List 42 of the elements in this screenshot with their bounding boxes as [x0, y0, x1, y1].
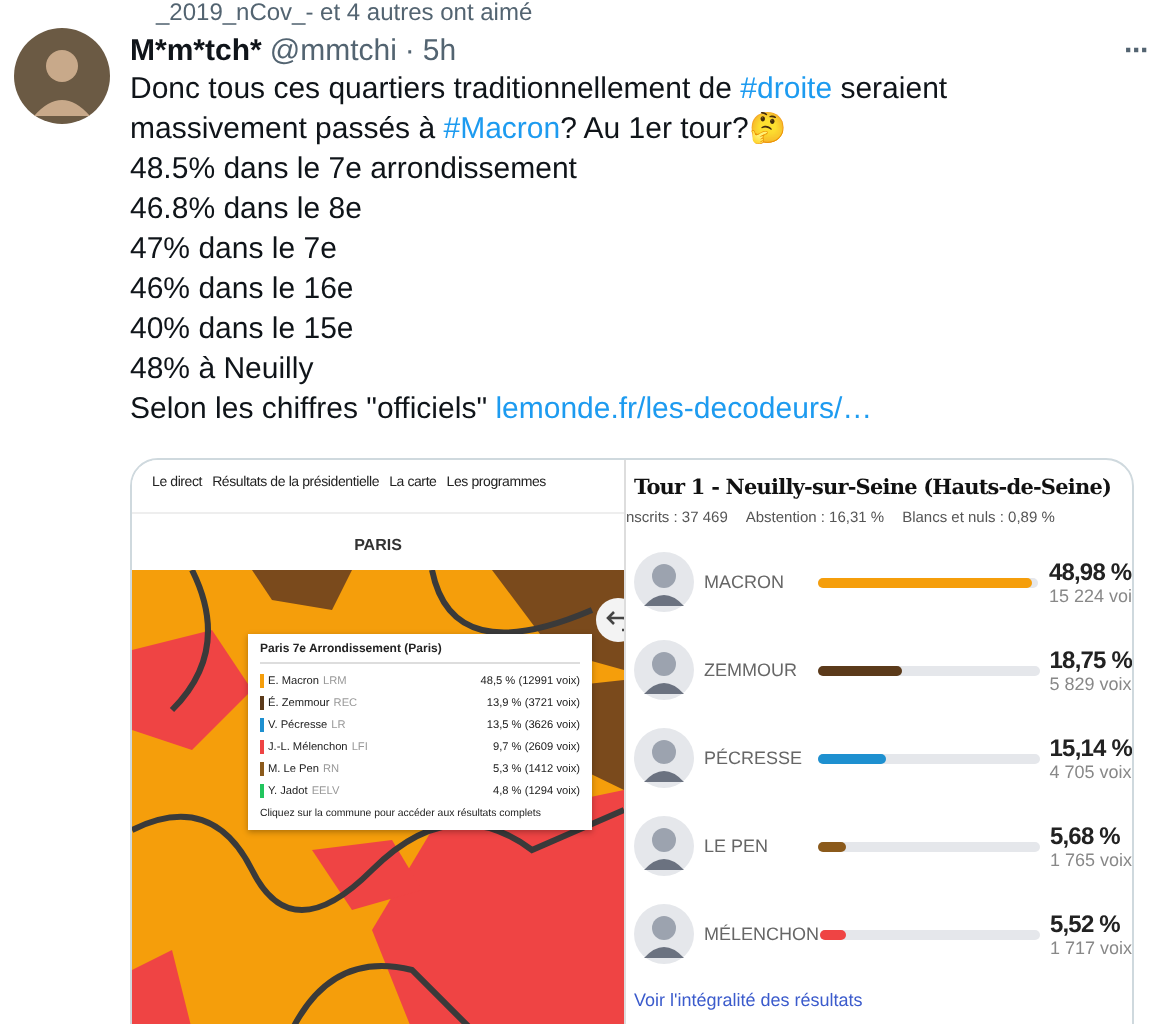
- candidate-votes: 15 224 voi: [1048, 586, 1132, 606]
- more-button[interactable]: ···: [1124, 33, 1148, 67]
- tweet-text-line: 48.5% dans le 7e arrondissement: [130, 150, 579, 190]
- candidate-votes: 1 765 voix: [1049, 850, 1132, 870]
- candidate-name: LE PEN: [704, 836, 771, 856]
- candidate-name: MÉLENCHON: [704, 924, 820, 944]
- tweet-text-line: 40% dans le 15e: [130, 310, 356, 350]
- candidate-votes: 4 705 voix: [1049, 762, 1132, 782]
- author-handle: @mmtchi: [269, 33, 397, 67]
- candidate-percent: 5,68 %: [1049, 822, 1122, 850]
- social-context: _2019_nCov_- et 4 autres ont aimé: [153, 0, 535, 24]
- candidate-percent: 5,52 %: [1049, 910, 1122, 938]
- candidate-name: PÉCRESSE: [704, 748, 805, 768]
- author-name[interactable]: M*m*tch*: [130, 33, 262, 67]
- tweet-text: seraient: [838, 72, 948, 106]
- tweet-text-line: 46% dans le 16e: [130, 270, 356, 310]
- tweet-text: ? Au 1er tour?🤔: [560, 112, 787, 146]
- tweet-text-line: 47% dans le 7e: [130, 230, 339, 270]
- candidate-votes: 5 829 voix: [1049, 674, 1132, 694]
- candidate-percent: 48,98 %: [1048, 558, 1132, 586]
- candidate-name: ZEMMOUR: [704, 660, 799, 680]
- tweet-text-line: 46.8% dans le 8e: [130, 190, 364, 230]
- map-heading: PARIS: [352, 534, 404, 558]
- candidate-percent: 15,14 %: [1049, 734, 1132, 762]
- results-title: Tour 1 - Neuilly-sur-Seine (Hauts-de-Seine): [634, 476, 1114, 500]
- candidate-avatar: [634, 728, 694, 788]
- tweet-text: massivement passés à: [130, 112, 438, 146]
- tweet-time[interactable]: 5h: [422, 33, 457, 67]
- candidate-percent: 18,75 %: [1049, 646, 1132, 674]
- tweet-text: Donc tous ces quartiers traditionnellement de: [130, 72, 734, 106]
- candidate-avatar: [634, 816, 694, 876]
- tweet-text-line: 48% à Neuilly: [130, 350, 316, 390]
- tweet-text: Selon les chiffres "officiels": [130, 392, 490, 426]
- full-results-link[interactable]: Voir l'intégralité des résultats: [634, 990, 1132, 1010]
- separator-dot: ·: [404, 33, 415, 67]
- candidate-votes: 1 717 voix: [1049, 938, 1132, 958]
- avatar: [14, 28, 110, 124]
- candidate-avatar: [634, 640, 694, 700]
- candidate-avatar: [634, 552, 694, 612]
- candidate-avatar: [634, 904, 694, 964]
- undo-icon: [606, 608, 624, 632]
- candidate-name: MACRON: [704, 572, 786, 592]
